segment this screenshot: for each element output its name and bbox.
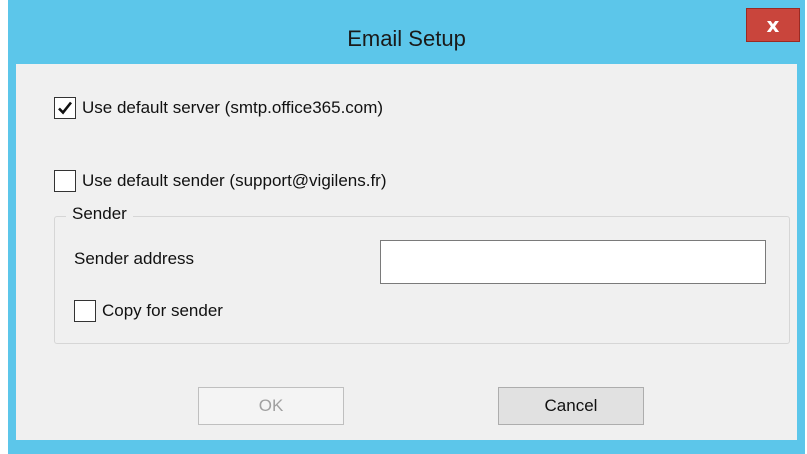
use-default-server-checkbox[interactable] [54,97,76,119]
use-default-sender-checkbox[interactable] [54,170,76,192]
ok-button[interactable]: OK [198,387,344,425]
close-icon: x [766,13,780,37]
sender-address-input[interactable] [380,240,766,284]
copy-for-sender-label: Copy for sender [102,301,223,320]
use-default-sender-label: Use default sender (support@vigilens.fr) [82,171,387,190]
title-bar[interactable]: Email Setup x [8,0,805,64]
copy-for-sender-option[interactable]: Copy for sender [74,300,223,322]
use-default-sender-option[interactable]: Use default sender (support@vigilens.fr) [54,170,387,192]
sender-address-label: Sender address [74,249,195,268]
email-setup-dialog: Email Setup x Use default server (smtp.o… [8,0,805,454]
use-default-server-label: Use default server (smtp.office365.com) [82,98,384,117]
checkmark-icon [58,101,73,115]
sender-group-legend: Sender [66,204,133,224]
close-button[interactable]: x [746,8,800,42]
dialog-title: Email Setup [347,26,466,51]
use-default-server-option[interactable]: Use default server (smtp.office365.com) [54,97,383,119]
cancel-button[interactable]: Cancel [498,387,644,425]
dialog-body: Use default server (smtp.office365.com) … [16,64,797,440]
copy-for-sender-checkbox[interactable] [74,300,96,322]
